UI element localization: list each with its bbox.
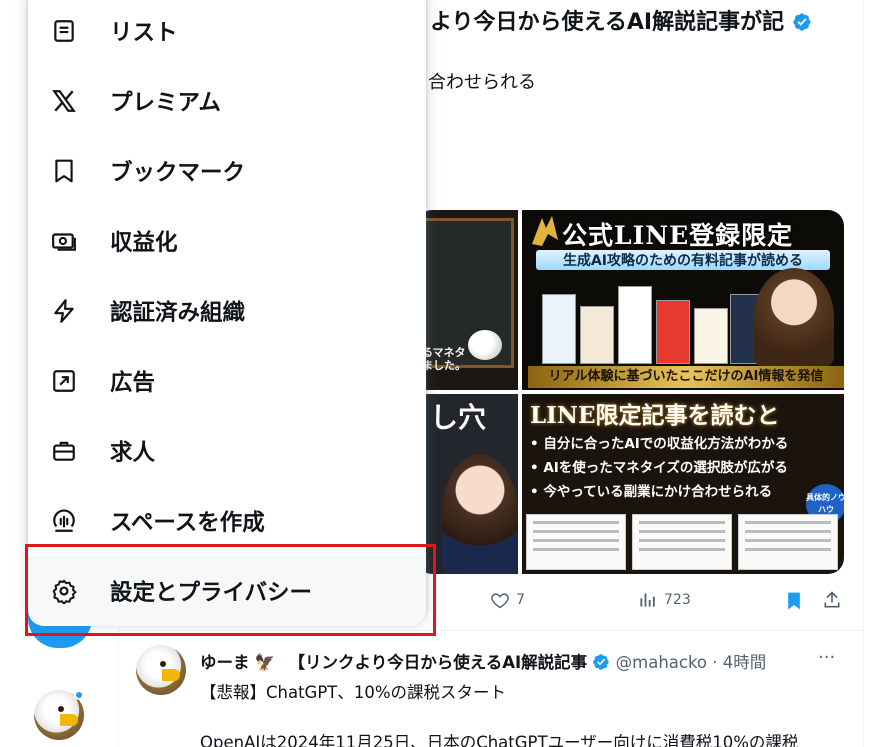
eagle-logo-icon bbox=[532, 216, 558, 246]
like-count: 7 bbox=[516, 592, 525, 608]
list-icon bbox=[50, 17, 78, 45]
post-header: ゆーま 🦅 【リンクより今日から使えるAI解説記事 @mahacko · 4時間 bbox=[200, 649, 766, 673]
post-text: OpenAIは2024年11月25日、日本のChatGPTユーザー向けに消費税1… bbox=[200, 733, 799, 747]
more-menu-dropdown: リスト プレミアム ブックマーク 収益化 認証済み組織 広告 求人 スペースを作… bbox=[28, 0, 426, 626]
gear-icon bbox=[50, 577, 78, 605]
menu-item-label: ブックマーク bbox=[110, 160, 246, 186]
media-image-2[interactable]: 公式LINE登録限定 生成AI攻略のための有料記事が読める リアル体験に基づいた… bbox=[522, 210, 844, 390]
view-count: 723 bbox=[664, 592, 691, 608]
like-button[interactable]: 7 bbox=[490, 590, 525, 610]
books-graphic bbox=[542, 276, 764, 364]
media-4-title: LINE限定記事を読むと bbox=[530, 402, 780, 429]
media-1-text: るマネタ ました。 bbox=[422, 346, 466, 372]
character-illustration bbox=[442, 454, 518, 574]
screenshot-thumbnails bbox=[526, 514, 840, 570]
heart-icon bbox=[491, 593, 509, 609]
money-icon bbox=[50, 227, 78, 255]
menu-item-ads[interactable]: 広告 bbox=[28, 346, 426, 416]
lightning-icon bbox=[50, 297, 78, 325]
share-icon bbox=[824, 591, 840, 608]
media-image-3[interactable]: し穴 bbox=[416, 394, 518, 574]
menu-item-label: プレミアム bbox=[110, 90, 221, 116]
character-illustration bbox=[754, 268, 834, 366]
analytics-icon bbox=[640, 593, 655, 607]
ads-arrow-icon bbox=[50, 367, 78, 395]
share-button[interactable] bbox=[822, 590, 842, 610]
author-display-title[interactable]: 【リンクより今日から使えるAI解説記事 bbox=[289, 653, 588, 672]
briefcase-icon bbox=[50, 437, 78, 465]
media-2-banner: リアル体験に基づいたここだけのAI情報を発信 bbox=[528, 366, 844, 388]
verified-badge-icon bbox=[593, 654, 610, 670]
post-title-text: より今日から使えるAI解説記事が記 bbox=[430, 10, 785, 35]
account-switcher[interactable] bbox=[34, 690, 84, 740]
menu-item-premium[interactable]: プレミアム bbox=[28, 66, 426, 136]
menu-item-label: リスト bbox=[110, 20, 178, 46]
post-media-grid[interactable]: るマネタ ました。 公式LINE登録限定 生成AI攻略のための有料記事が読める … bbox=[416, 210, 844, 574]
post-title: より今日から使えるAI解説記事が記 bbox=[430, 4, 850, 36]
more-options-icon[interactable]: ··· bbox=[818, 647, 835, 668]
menu-item-settings-privacy[interactable]: 設定とプライバシー bbox=[28, 556, 426, 626]
bullet-item: • 今やっている副業にかけ合わせられる bbox=[530, 484, 773, 500]
menu-item-lists[interactable]: リスト bbox=[28, 0, 426, 66]
author-name[interactable]: ゆーま bbox=[200, 653, 250, 672]
spaces-mic-icon bbox=[50, 507, 78, 535]
views-button[interactable]: 723 bbox=[638, 590, 691, 610]
screen: より今日から使えるAI解説記事が記 合わせられる るマネタ ました。 公式LIN… bbox=[0, 0, 889, 747]
menu-item-label: 設定とプライバシー bbox=[110, 580, 313, 606]
bullet-item: • AIを使ったマネタイズの選択肢が広がる bbox=[530, 460, 788, 476]
bookmark-icon bbox=[50, 157, 78, 185]
x-logo-icon bbox=[50, 87, 78, 115]
media-image-4[interactable]: LINE限定記事を読むと • 自分に合ったAIでの収益化方法がわかる • AIを… bbox=[522, 394, 844, 574]
post-subtitle: 合わせられる bbox=[428, 72, 536, 93]
timeline-post[interactable]: ゆーま 🦅 【リンクより今日から使えるAI解説記事 @mahacko · 4時間… bbox=[118, 631, 864, 747]
post-text: 【悲報】ChatGPT、10%の課税スタート bbox=[200, 683, 507, 702]
menu-item-label: 認証済み組織 bbox=[110, 300, 246, 326]
media-2-subtitle: 生成AI攻略のための有料記事が読める bbox=[536, 250, 830, 270]
post-time[interactable]: · 4時間 bbox=[712, 653, 766, 672]
eagle-emoji-icon: 🦅 bbox=[254, 653, 276, 672]
media-2-title: 公式LINE登録限定 bbox=[562, 221, 794, 250]
menu-item-label: 求人 bbox=[110, 440, 156, 466]
bookmark-filled-icon bbox=[788, 592, 800, 610]
notification-dot bbox=[74, 690, 84, 700]
menu-item-jobs[interactable]: 求人 bbox=[28, 416, 426, 486]
menu-item-create-space[interactable]: スペースを作成 bbox=[28, 486, 426, 556]
menu-item-bookmarks[interactable]: ブックマーク bbox=[28, 136, 426, 206]
eagle-graphic bbox=[468, 330, 502, 360]
media-3-title: し穴 bbox=[430, 401, 487, 434]
bullet-item: • 自分に合ったAIでの収益化方法がわかる bbox=[530, 436, 789, 452]
media-image-1[interactable]: るマネタ ました。 bbox=[416, 210, 518, 390]
author-handle[interactable]: @mahacko bbox=[616, 653, 707, 672]
menu-item-monetization[interactable]: 収益化 bbox=[28, 206, 426, 276]
menu-item-verified-orgs[interactable]: 認証済み組織 bbox=[28, 276, 426, 346]
bookmark-button[interactable] bbox=[784, 590, 804, 612]
menu-item-label: 広告 bbox=[110, 370, 156, 396]
media-4-bullets: • 自分に合ったAIでの収益化方法がわかる • AIを使ったマネタイズの選択肢が… bbox=[530, 432, 788, 504]
verified-badge-icon bbox=[793, 13, 811, 31]
menu-item-label: スペースを作成 bbox=[110, 510, 265, 536]
menu-item-label: 収益化 bbox=[110, 230, 178, 256]
post-action-bar: 7 723 bbox=[440, 590, 850, 616]
avatar[interactable] bbox=[136, 645, 186, 695]
